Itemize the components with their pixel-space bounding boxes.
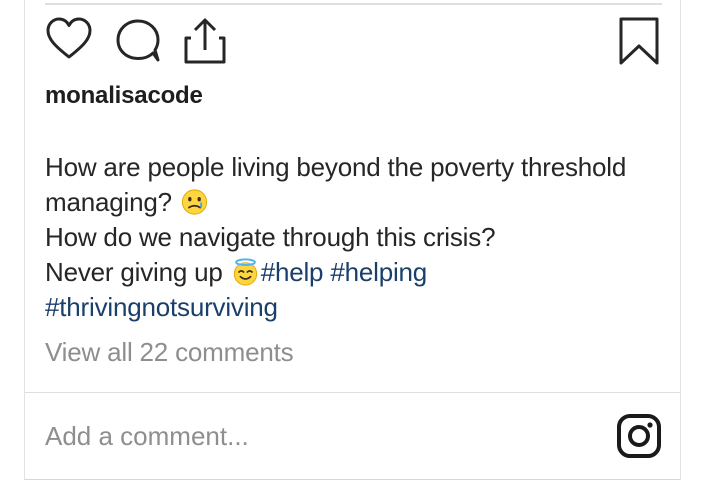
bookmark-icon[interactable] (617, 16, 661, 68)
hashtag-helping[interactable]: #helping (330, 257, 427, 287)
caption-line-5: #thrivingnotsurviving (45, 290, 670, 325)
add-comment-input[interactable] (45, 418, 585, 454)
hashtag-help[interactable]: #help (261, 257, 324, 287)
post-action-bar (25, 16, 680, 68)
crying-smiley-emoji-icon (181, 189, 207, 215)
comment-icon[interactable] (113, 16, 163, 64)
caption-line-4-text: Never giving up (45, 257, 223, 287)
share-icon[interactable] (182, 16, 228, 66)
top-divider (45, 3, 662, 5)
heart-icon[interactable] (45, 16, 93, 62)
caption-line-1: How are people living beyond the poverty… (45, 152, 627, 182)
comment-divider (25, 392, 680, 393)
caption-line-2: managing? (45, 185, 670, 220)
hashtag-thrivingnotsurviving[interactable]: #thrivingnotsurviving (45, 292, 278, 322)
caption-line-4: Never giving up #help #helping (45, 255, 670, 290)
caption-line-3: How do we navigate through this crisis? (45, 222, 496, 252)
post-caption: How are people living beyond the poverty… (45, 150, 670, 325)
halo-smiley-emoji-icon (233, 258, 257, 286)
caption-line-2-text: managing? (45, 187, 172, 217)
view-all-comments-link[interactable]: View all 22 comments (45, 337, 294, 368)
post-card: monalisacode How are people living beyon… (24, 0, 681, 480)
post-username[interactable]: monalisacode (45, 82, 203, 110)
instagram-icon[interactable] (616, 413, 662, 464)
